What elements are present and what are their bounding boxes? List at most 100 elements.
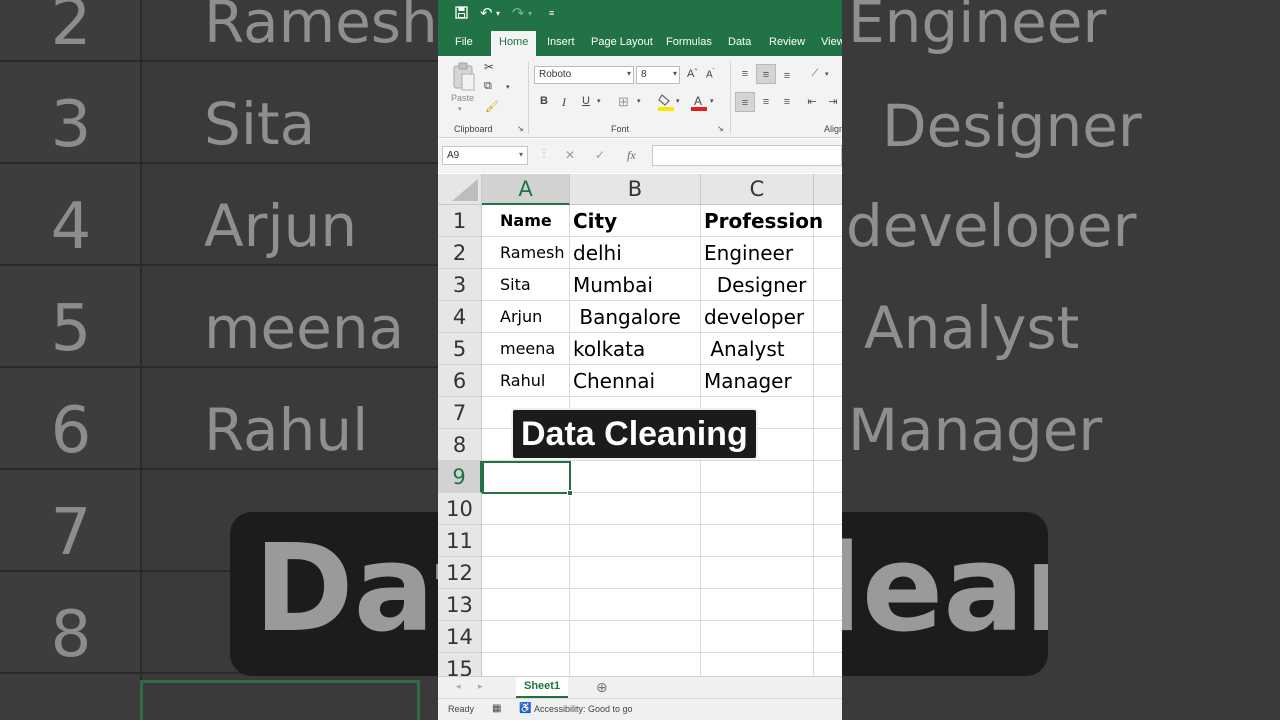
scroll-left-icon[interactable]: ◂ <box>456 681 461 692</box>
row-header[interactable]: 8 <box>438 429 482 461</box>
table-cell[interactable] <box>482 557 570 589</box>
table-cell[interactable] <box>570 621 701 653</box>
table-cell[interactable]: Manager <box>701 365 814 397</box>
table-cell[interactable] <box>814 237 842 269</box>
row-header[interactable]: 15 <box>438 653 482 676</box>
copy-dropdown-icon[interactable]: ▾ <box>506 83 510 91</box>
header-cell[interactable]: Name <box>482 205 570 237</box>
table-cell[interactable] <box>701 461 814 493</box>
font-color-dropdown-icon[interactable]: ▾ <box>710 97 714 105</box>
cut-icon[interactable]: ✂ <box>484 60 494 74</box>
tab-view[interactable]: View <box>821 36 842 48</box>
table-cell[interactable] <box>814 621 842 653</box>
bottom-align-icon[interactable]: ≡ <box>777 66 797 86</box>
table-cell[interactable] <box>570 461 701 493</box>
sheet-tab-sheet1[interactable]: Sheet1 <box>516 677 569 698</box>
table-cell[interactable] <box>701 589 814 621</box>
fill-color-icon[interactable] <box>658 93 674 116</box>
row-header[interactable]: 5 <box>438 333 482 365</box>
row-header[interactable]: 6 <box>438 365 482 397</box>
table-cell[interactable] <box>570 653 701 676</box>
customize-qat-icon[interactable]: ≡ <box>549 8 554 18</box>
undo-icon[interactable]: ↶ <box>480 4 493 22</box>
table-cell[interactable] <box>814 653 842 676</box>
table-cell[interactable] <box>814 461 842 493</box>
header-cell[interactable]: Profession <box>701 205 823 237</box>
table-cell[interactable]: Chennai <box>570 365 701 397</box>
top-align-icon[interactable]: ≡ <box>735 64 755 84</box>
table-cell[interactable] <box>701 653 814 676</box>
column-header-c[interactable]: C <box>701 174 814 205</box>
table-cell[interactable] <box>570 493 701 525</box>
borders-icon[interactable]: ⊞ <box>618 94 629 110</box>
table-cell[interactable] <box>570 525 701 557</box>
table-cell[interactable] <box>482 621 570 653</box>
table-cell[interactable]: delhi <box>570 237 701 269</box>
column-header-b[interactable]: B <box>570 174 701 205</box>
underline-dropdown-icon[interactable]: ▾ <box>597 97 601 105</box>
font-color-icon[interactable]: A <box>691 93 707 116</box>
format-painter-icon[interactable]: 🖌 <box>485 100 499 113</box>
table-cell[interactable] <box>814 397 842 429</box>
insert-function-icon[interactable]: fx <box>627 148 636 163</box>
table-cell[interactable] <box>482 493 570 525</box>
header-cell[interactable]: City <box>570 205 701 237</box>
table-cell[interactable] <box>570 557 701 589</box>
table-cell[interactable] <box>701 493 814 525</box>
orientation-icon[interactable]: ⟋ <box>805 64 825 84</box>
enter-icon[interactable]: ✓ <box>595 148 605 162</box>
table-cell[interactable] <box>814 525 842 557</box>
table-cell[interactable] <box>814 493 842 525</box>
add-sheet-icon[interactable]: ⊕ <box>596 679 608 696</box>
table-cell[interactable]: Rahul <box>482 365 570 397</box>
table-cell[interactable]: Engineer <box>701 237 814 269</box>
table-cell[interactable] <box>570 589 701 621</box>
table-cell[interactable]: Sita <box>482 269 570 301</box>
header-cell[interactable] <box>814 205 842 237</box>
row-header[interactable]: 3 <box>438 269 482 301</box>
tab-file[interactable]: File <box>455 36 473 48</box>
table-cell[interactable]: meena <box>482 333 570 365</box>
cancel-icon[interactable]: ✕ <box>565 148 575 162</box>
table-cell[interactable]: Analyst <box>701 333 814 365</box>
tab-insert[interactable]: Insert <box>547 36 575 48</box>
redo-icon[interactable]: ↷ <box>512 4 525 22</box>
paste-dropdown-icon[interactable]: ▾ <box>458 105 462 113</box>
font-launcher-icon[interactable]: ↘ <box>717 124 724 133</box>
accessibility-icon[interactable]: ♿ <box>519 703 531 714</box>
table-cell[interactable] <box>814 589 842 621</box>
table-cell[interactable]: Ramesh <box>482 237 570 269</box>
table-cell[interactable] <box>701 557 814 589</box>
decrease-font-icon[interactable]: Aˇ <box>706 69 715 80</box>
row-header[interactable]: 9 <box>438 461 482 493</box>
table-cell[interactable] <box>814 333 842 365</box>
formula-input[interactable] <box>652 145 842 166</box>
copy-icon[interactable]: ⧉ <box>484 80 492 93</box>
bold-button[interactable]: B <box>540 95 548 107</box>
align-right-icon[interactable]: ≡ <box>777 92 797 112</box>
tab-data[interactable]: Data <box>728 36 751 48</box>
table-cell[interactable]: Arjun <box>482 301 570 333</box>
table-cell[interactable] <box>814 269 842 301</box>
name-box[interactable]: A9 ▾ <box>442 146 528 165</box>
table-cell[interactable] <box>701 621 814 653</box>
fill-handle[interactable] <box>567 490 573 496</box>
tab-review[interactable]: Review <box>769 36 805 48</box>
increase-indent-icon[interactable]: ⇥ <box>823 92 842 112</box>
row-header[interactable]: 7 <box>438 397 482 429</box>
table-cell[interactable]: Bangalore <box>570 301 701 333</box>
align-center-icon[interactable]: ≡ <box>756 92 776 112</box>
increase-font-icon[interactable]: A^ <box>687 68 697 80</box>
clipboard-launcher-icon[interactable]: ↘ <box>517 124 524 133</box>
table-cell[interactable]: Mumbai <box>570 269 701 301</box>
table-cell[interactable]: kolkata <box>570 333 701 365</box>
middle-align-icon[interactable]: ≡ <box>756 64 776 84</box>
macro-record-icon[interactable]: ▦ <box>492 703 501 714</box>
row-header[interactable]: 10 <box>438 493 482 525</box>
paste-label[interactable]: Paste <box>451 93 474 103</box>
status-accessibility[interactable]: Accessibility: Good to go <box>534 704 633 714</box>
table-cell[interactable]: developer <box>701 301 814 333</box>
table-cell[interactable] <box>814 365 842 397</box>
tab-page-layout[interactable]: Page Layout <box>591 36 653 48</box>
italic-button[interactable]: I <box>562 95 566 110</box>
